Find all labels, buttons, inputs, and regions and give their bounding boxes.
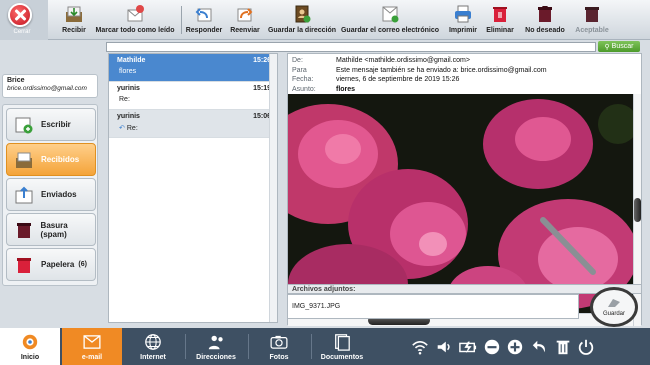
inbox-icon [13, 149, 35, 171]
search-bar: ⚲ Buscar [106, 41, 640, 52]
close-label: Cerrar [13, 29, 31, 35]
account-name: Brice [7, 77, 25, 84]
volume-icon[interactable] [434, 337, 454, 357]
search-button[interactable]: ⚲ Buscar [598, 41, 640, 52]
spam-bin-icon [13, 219, 35, 241]
power-icon[interactable] [576, 337, 596, 357]
toolbar: Cerrar Recibir Marcar todo como leído Re… [0, 0, 650, 40]
folder-inbox[interactable]: Recibidos [6, 143, 96, 176]
taskbar-documents[interactable]: Documentos [314, 328, 370, 365]
taskbar-divider [248, 334, 249, 359]
message-row[interactable]: yurinis 15:06 ↶ Re: [109, 110, 277, 138]
print-button[interactable]: Imprimir [448, 0, 478, 40]
delete-icon [489, 3, 511, 25]
date: viernes, 6 de septiembre de 2019 15:26 [336, 76, 460, 84]
undo-icon[interactable] [530, 337, 550, 357]
trash-count: (6) [78, 261, 87, 268]
reply-button[interactable]: Responder [186, 0, 222, 40]
address-book-icon [291, 3, 313, 25]
search-icon: ⚲ [604, 43, 610, 51]
folder-trash[interactable]: Papelera (6) [6, 248, 96, 281]
documents-icon [332, 333, 352, 351]
zoom-out-icon[interactable] [482, 337, 502, 357]
folder-sent[interactable]: Enviados [6, 178, 96, 211]
inbox-receive-icon [63, 3, 85, 25]
email-icon [82, 333, 102, 351]
taskbar-divider [311, 334, 312, 359]
toolbar-divider [181, 6, 182, 34]
contacts-icon [206, 333, 226, 351]
message-list: Mathilde 15:26 flores yurinis 15:19 Re: … [108, 53, 278, 323]
printer-icon [452, 3, 474, 25]
folder-compose[interactable]: Escribir [6, 108, 96, 141]
taskbar-photos[interactable]: Fotos [251, 328, 307, 365]
subject: flores [336, 85, 356, 93]
forward-button[interactable]: Reenviar [229, 0, 261, 40]
save-email-button[interactable]: Guardar el correo electrónico [341, 0, 439, 40]
account-box: Brice brice.ordissimo@gmail.com [2, 74, 98, 98]
search-input[interactable] [106, 42, 596, 52]
sender: Mathilde <mathilde.ordissimo@gmail.com> [336, 57, 470, 65]
taskbar: Inicio e-mail Internet Direcciones Fotos… [0, 328, 650, 365]
zoom-in-icon[interactable] [505, 337, 525, 357]
delete-button[interactable]: Eliminar [485, 0, 515, 40]
camera-icon [269, 333, 289, 351]
taskbar-internet[interactable]: Internet [125, 328, 181, 365]
close-button[interactable]: Cerrar [0, 0, 48, 40]
message-list-scrollbar[interactable] [269, 54, 277, 322]
attachment-item[interactable]: IMG_9371.JPG [292, 303, 340, 310]
mark-read-icon [124, 3, 146, 25]
message-row[interactable]: yurinis 15:19 Re: [109, 82, 277, 110]
taskbar-divider [185, 334, 186, 359]
sent-icon [13, 184, 35, 206]
taskbar-home[interactable]: Inicio [0, 328, 60, 365]
account-email: brice.ordissimo@gmail.com [7, 85, 87, 92]
taskbar-email[interactable]: e-mail [62, 328, 122, 365]
folder-list: Escribir Recibidos Enviados Basura (spam… [2, 104, 98, 286]
trash-bin-icon[interactable] [553, 337, 573, 357]
image-vertical-scroll-thumb[interactable] [634, 198, 641, 222]
message-headers: De: Mathilde <mathilde.ordissimo@gmail.co… [292, 57, 547, 93]
save-email-icon [379, 3, 401, 25]
attachments-list: IMG_9371.JPG [287, 294, 579, 319]
save-icon [608, 298, 620, 307]
battery-charging-icon[interactable] [458, 337, 478, 357]
reply-icon [193, 3, 215, 25]
message-row[interactable]: Mathilde 15:26 flores [109, 54, 277, 82]
mark-all-read-button[interactable]: Marcar todo como leído [96, 0, 174, 40]
trash-icon [13, 254, 35, 276]
folder-spam[interactable]: Basura (spam) [6, 213, 96, 246]
acceptable-icon [581, 3, 603, 25]
replied-icon: ↶ [119, 125, 125, 132]
taskbar-contacts[interactable]: Direcciones [188, 328, 244, 365]
spam-button[interactable]: No deseado [525, 0, 565, 40]
save-attachment-button[interactable]: Guardar [590, 287, 638, 327]
acceptable-button[interactable]: Aceptable [573, 0, 611, 40]
recipients: Este mensaje también se ha enviado a: br… [336, 66, 547, 74]
close-icon [8, 3, 32, 27]
attachments-header: Archivos adjuntos: [287, 284, 642, 294]
wifi-icon[interactable] [410, 337, 430, 357]
home-logo-icon [20, 333, 40, 351]
receive-button[interactable]: Recibir [60, 0, 88, 40]
save-address-button[interactable]: Guardar la dirección [268, 0, 336, 40]
forward-icon [234, 3, 256, 25]
compose-icon [13, 114, 35, 136]
spam-icon [534, 3, 556, 25]
globe-icon [143, 333, 163, 351]
